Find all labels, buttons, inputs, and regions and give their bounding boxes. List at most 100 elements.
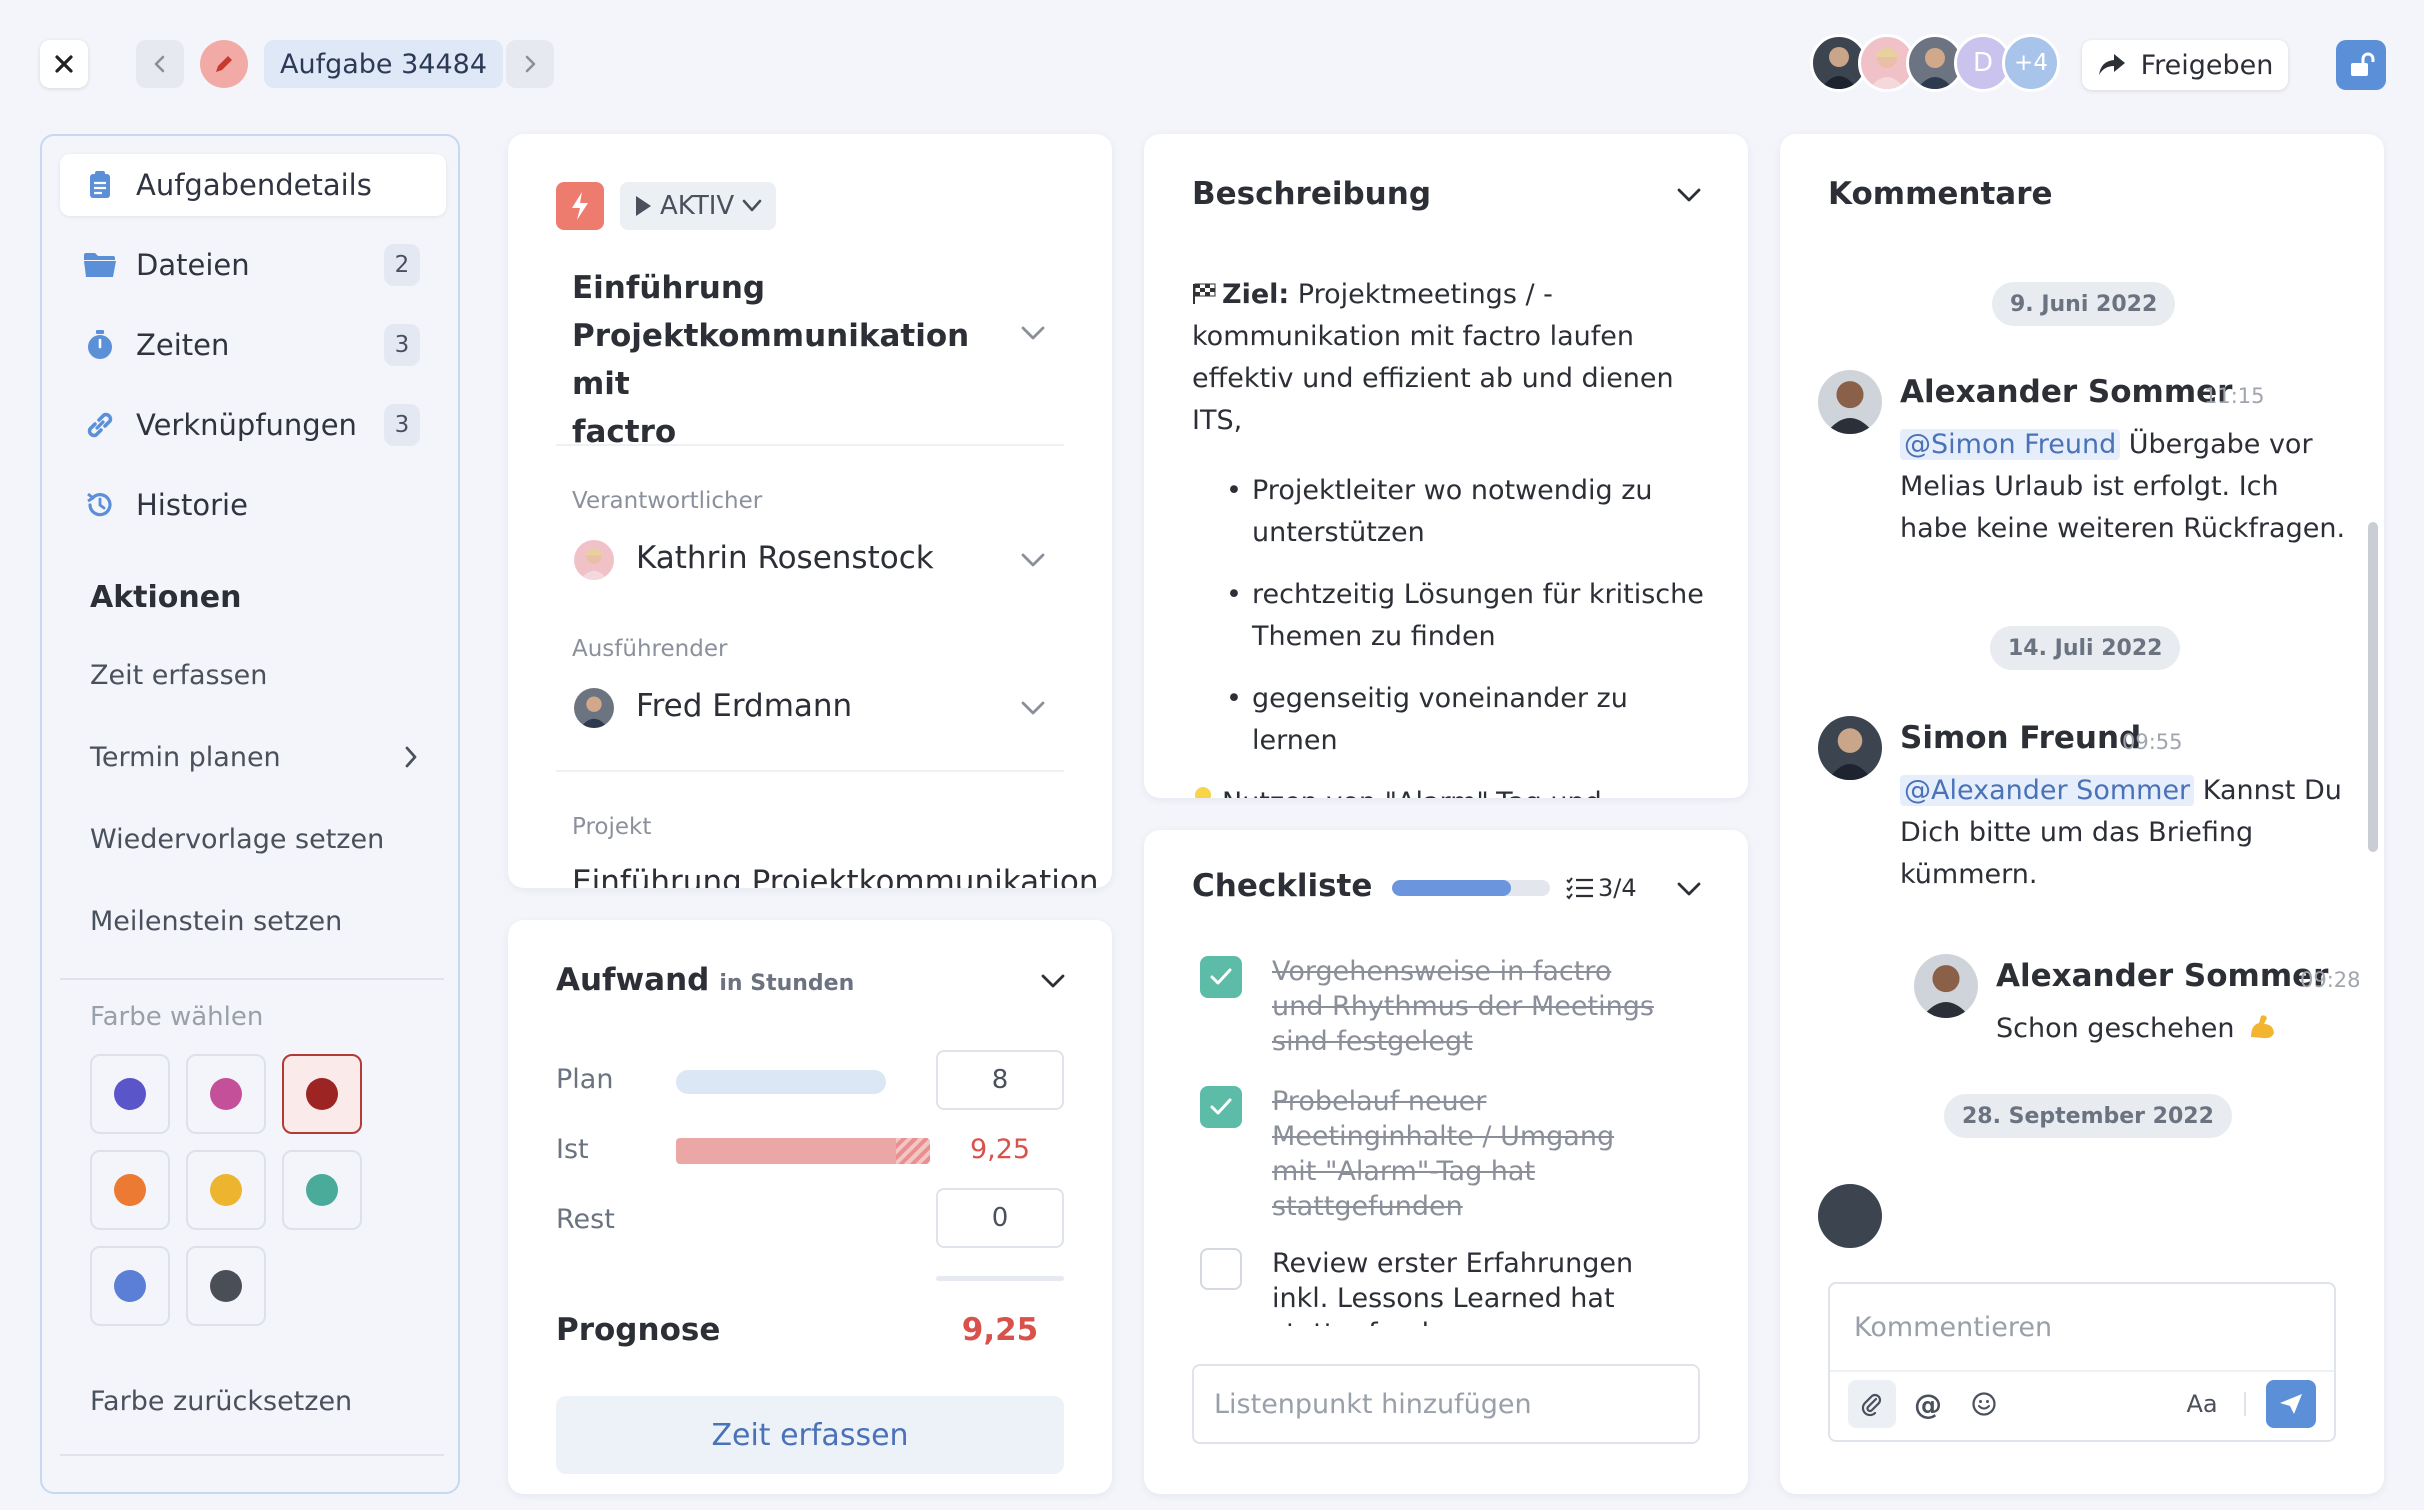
sidebar-item-aufgabendetails[interactable]: Aufgabendetails — [60, 154, 446, 216]
reset-color-button[interactable]: Farbe zurücksetzen — [90, 1386, 352, 1417]
avatar — [574, 540, 614, 580]
mention-link[interactable]: @Simon Freund — [1900, 429, 2121, 460]
smiley-icon — [1972, 1392, 1996, 1416]
chevron-down-icon[interactable] — [1038, 966, 1068, 996]
check-icon — [1210, 968, 1232, 985]
description-card: Beschreibung Ziel: Projektmeetings / - k… — [1144, 134, 1748, 798]
comment-time: 09:28 — [2300, 968, 2361, 992]
checkbox-checked[interactable] — [1200, 1086, 1242, 1128]
color-dot — [210, 1078, 242, 1110]
chevron-down-icon[interactable] — [1018, 693, 1048, 723]
attach-button[interactable] — [1848, 1380, 1896, 1428]
checkbox-unchecked[interactable] — [1200, 1248, 1242, 1290]
color-swatch[interactable] — [90, 1246, 170, 1326]
color-dot — [210, 1174, 242, 1206]
rest-label: Rest — [556, 1204, 615, 1235]
checkered-flag-icon — [1193, 283, 1216, 304]
actual-bar — [676, 1138, 930, 1164]
checklist-item-text[interactable]: Vorgehensweise in factro und Rhythmus de… — [1272, 954, 1672, 1059]
back-button[interactable] — [136, 40, 184, 88]
color-dot — [210, 1270, 242, 1302]
flexed-arm-icon — [2251, 1015, 2275, 1039]
person-avatar-icon — [580, 548, 608, 580]
check-icon — [1210, 1098, 1232, 1115]
comment-input[interactable]: Kommentieren — [1830, 1284, 2334, 1370]
date-separator: 14. Juli 2022 — [1990, 626, 2181, 670]
chevron-down-icon[interactable] — [1674, 874, 1704, 904]
color-swatch[interactable] — [90, 1054, 170, 1134]
comment-text: @Alexander Sommer Kannst Du Dich bitte u… — [1900, 775, 2342, 890]
mention-button[interactable]: @ — [1908, 1380, 1948, 1428]
action-wiedervorlage-setzen[interactable]: Wiedervorlage setzen — [90, 824, 384, 855]
project-value[interactable]: Einführung Projektkommunikation — [572, 864, 1099, 888]
emoji-button[interactable] — [1964, 1380, 2004, 1428]
checkbox-checked[interactable] — [1200, 956, 1242, 998]
edit-button[interactable] — [200, 40, 248, 88]
priority-flag[interactable] — [556, 182, 604, 230]
close-icon — [55, 55, 73, 73]
sidebar-item-historie[interactable]: Historie — [60, 474, 446, 536]
play-icon — [636, 196, 651, 216]
checklist-icon — [1566, 877, 1593, 900]
link-icon — [82, 409, 118, 441]
executor-name[interactable]: Fred Erdmann — [636, 688, 852, 724]
sidebar-item-zeiten[interactable]: Zeiten 3 — [60, 314, 446, 376]
stopwatch-icon — [82, 329, 118, 361]
comment-author: Simon Freund — [1900, 720, 2142, 756]
mention-link[interactable]: @Alexander Sommer — [1900, 775, 2195, 806]
divider — [936, 1276, 1064, 1281]
effort-title: Aufwand in Stunden — [556, 962, 855, 998]
unlock-icon — [2351, 52, 2375, 76]
actual-label: Ist — [556, 1134, 589, 1165]
rest-input[interactable]: 0 — [936, 1188, 1064, 1248]
checklist-item-text[interactable]: Probelauf neuer Meetinginhalte / Umgang … — [1272, 1084, 1672, 1224]
plan-input[interactable]: 8 — [936, 1050, 1064, 1110]
scrollbar-thumb[interactable] — [2368, 522, 2378, 852]
color-swatch[interactable] — [186, 1246, 266, 1326]
checklist-title: Checkliste — [1192, 868, 1373, 904]
color-swatch[interactable] — [186, 1150, 266, 1230]
checklist-add-input[interactable]: Listenpunkt hinzufügen — [1192, 1364, 1700, 1444]
avatar — [574, 688, 614, 728]
task-title[interactable]: Einführung Projektkommunikation mit fact… — [572, 264, 992, 456]
chevron-down-icon[interactable] — [1018, 545, 1048, 575]
send-button[interactable] — [2266, 1380, 2316, 1428]
color-dot — [114, 1078, 146, 1110]
status-dropdown[interactable]: AKTIV — [620, 182, 777, 230]
format-button[interactable]: Aa — [2174, 1380, 2230, 1428]
forward-button[interactable] — [506, 40, 554, 88]
sidebar-item-verknuepfungen[interactable]: Verknüpfungen 3 — [60, 394, 446, 456]
log-time-button[interactable]: Zeit erfassen — [556, 1396, 1064, 1474]
plan-bar — [676, 1070, 886, 1094]
description-text[interactable]: Ziel: Projektmeetings / - kommunikation … — [1192, 274, 1712, 798]
task-id-pill[interactable]: Aufgabe 34484 — [264, 40, 503, 88]
description-title: Beschreibung — [1192, 176, 1432, 212]
color-swatch[interactable] — [90, 1150, 170, 1230]
action-meilenstein-setzen[interactable]: Meilenstein setzen — [90, 906, 342, 937]
action-zeit-erfassen[interactable]: Zeit erfassen — [90, 660, 267, 691]
color-dot — [306, 1174, 338, 1206]
responsible-name[interactable]: Kathrin Rosenstock — [636, 540, 934, 576]
color-swatch-selected[interactable] — [282, 1054, 362, 1134]
unlock-button[interactable] — [2336, 40, 2386, 90]
chevron-down-icon[interactable] — [1018, 318, 1048, 348]
divider — [1830, 1370, 2334, 1372]
task-id: Aufgabe 34484 — [280, 48, 487, 80]
avatar-more[interactable]: +4 — [2002, 34, 2060, 92]
color-swatch[interactable] — [186, 1054, 266, 1134]
color-swatch[interactable] — [282, 1150, 362, 1230]
avatar — [1914, 954, 1978, 1018]
checklist-count: 3/4 — [1598, 874, 1637, 902]
sidebar-item-label: Dateien — [136, 248, 250, 282]
action-termin-planen[interactable]: Termin planen — [90, 742, 420, 773]
share-button[interactable]: Freigeben — [2082, 40, 2288, 90]
color-dot — [114, 1174, 146, 1206]
divider — [60, 1454, 444, 1456]
chevron-down-icon[interactable] — [1674, 180, 1704, 210]
comment-time: 11:15 — [2204, 384, 2265, 408]
checklist-card: Checkliste 3/4 Vorgehensweise in factro … — [1144, 830, 1748, 1494]
close-button[interactable] — [40, 40, 88, 88]
sidebar-item-dateien[interactable]: Dateien 2 — [60, 234, 446, 296]
checklist-item-text[interactable]: Review erster Erfahrungen inkl. Lessons … — [1272, 1246, 1672, 1326]
comment-text: Schon geschehen — [1996, 1008, 2277, 1050]
